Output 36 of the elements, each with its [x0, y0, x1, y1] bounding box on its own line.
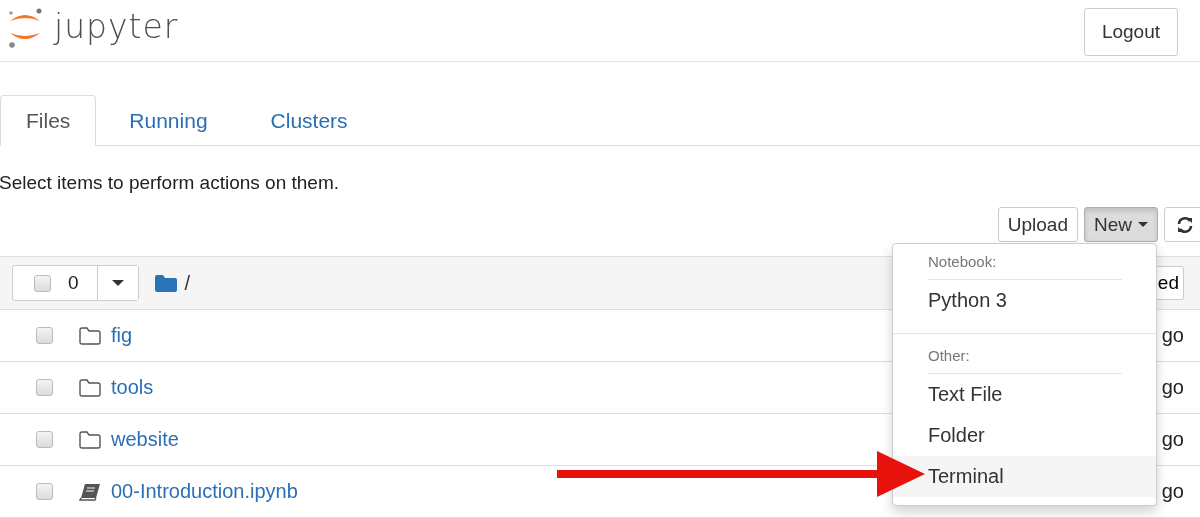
- modified-time: go: [1161, 480, 1184, 503]
- file-link[interactable]: fig: [111, 324, 133, 347]
- file-link[interactable]: website: [111, 428, 179, 451]
- refresh-icon: [1176, 215, 1194, 234]
- upload-button[interactable]: Upload: [997, 207, 1078, 242]
- modified-time: go: [1161, 324, 1184, 347]
- modified-time: go: [1161, 428, 1184, 451]
- menu-item[interactable]: Terminal: [893, 456, 1156, 497]
- menu-item[interactable]: Text File: [893, 374, 1156, 415]
- modified-time: go: [1161, 376, 1184, 399]
- row-checkbox[interactable]: [36, 379, 53, 396]
- menu-item[interactable]: Python 3: [893, 280, 1156, 321]
- row-checkbox[interactable]: [36, 483, 53, 500]
- menu-heading: Other:: [927, 346, 971, 365]
- folder-icon: [154, 274, 177, 292]
- logout-button[interactable]: Logout: [1083, 8, 1178, 56]
- folder-icon: [79, 430, 101, 449]
- folder-icon: [79, 378, 101, 397]
- book-icon: [79, 482, 101, 501]
- menu-heading: Notebook:: [927, 252, 998, 271]
- file-link[interactable]: tools: [111, 376, 154, 399]
- folder-icon: [79, 326, 101, 345]
- selected-count: 0: [68, 272, 79, 294]
- tab[interactable]: Files: [0, 95, 97, 146]
- tab[interactable]: Clusters: [240, 95, 378, 146]
- select-all-checkbox[interactable]: [34, 274, 51, 292]
- logo-text: jupyter: [54, 7, 179, 46]
- tab[interactable]: Running: [99, 95, 238, 146]
- instruction-text: Select items to perform actions on them.: [0, 172, 341, 194]
- row-checkbox[interactable]: [36, 327, 53, 344]
- breadcrumb-path[interactable]: /: [184, 271, 191, 295]
- refresh-button[interactable]: [1164, 207, 1200, 242]
- new-button[interactable]: New: [1084, 207, 1158, 242]
- row-checkbox[interactable]: [36, 431, 53, 448]
- file-link[interactable]: 00-Introduction.ipynb: [111, 480, 298, 503]
- menu-item[interactable]: Folder: [893, 415, 1156, 456]
